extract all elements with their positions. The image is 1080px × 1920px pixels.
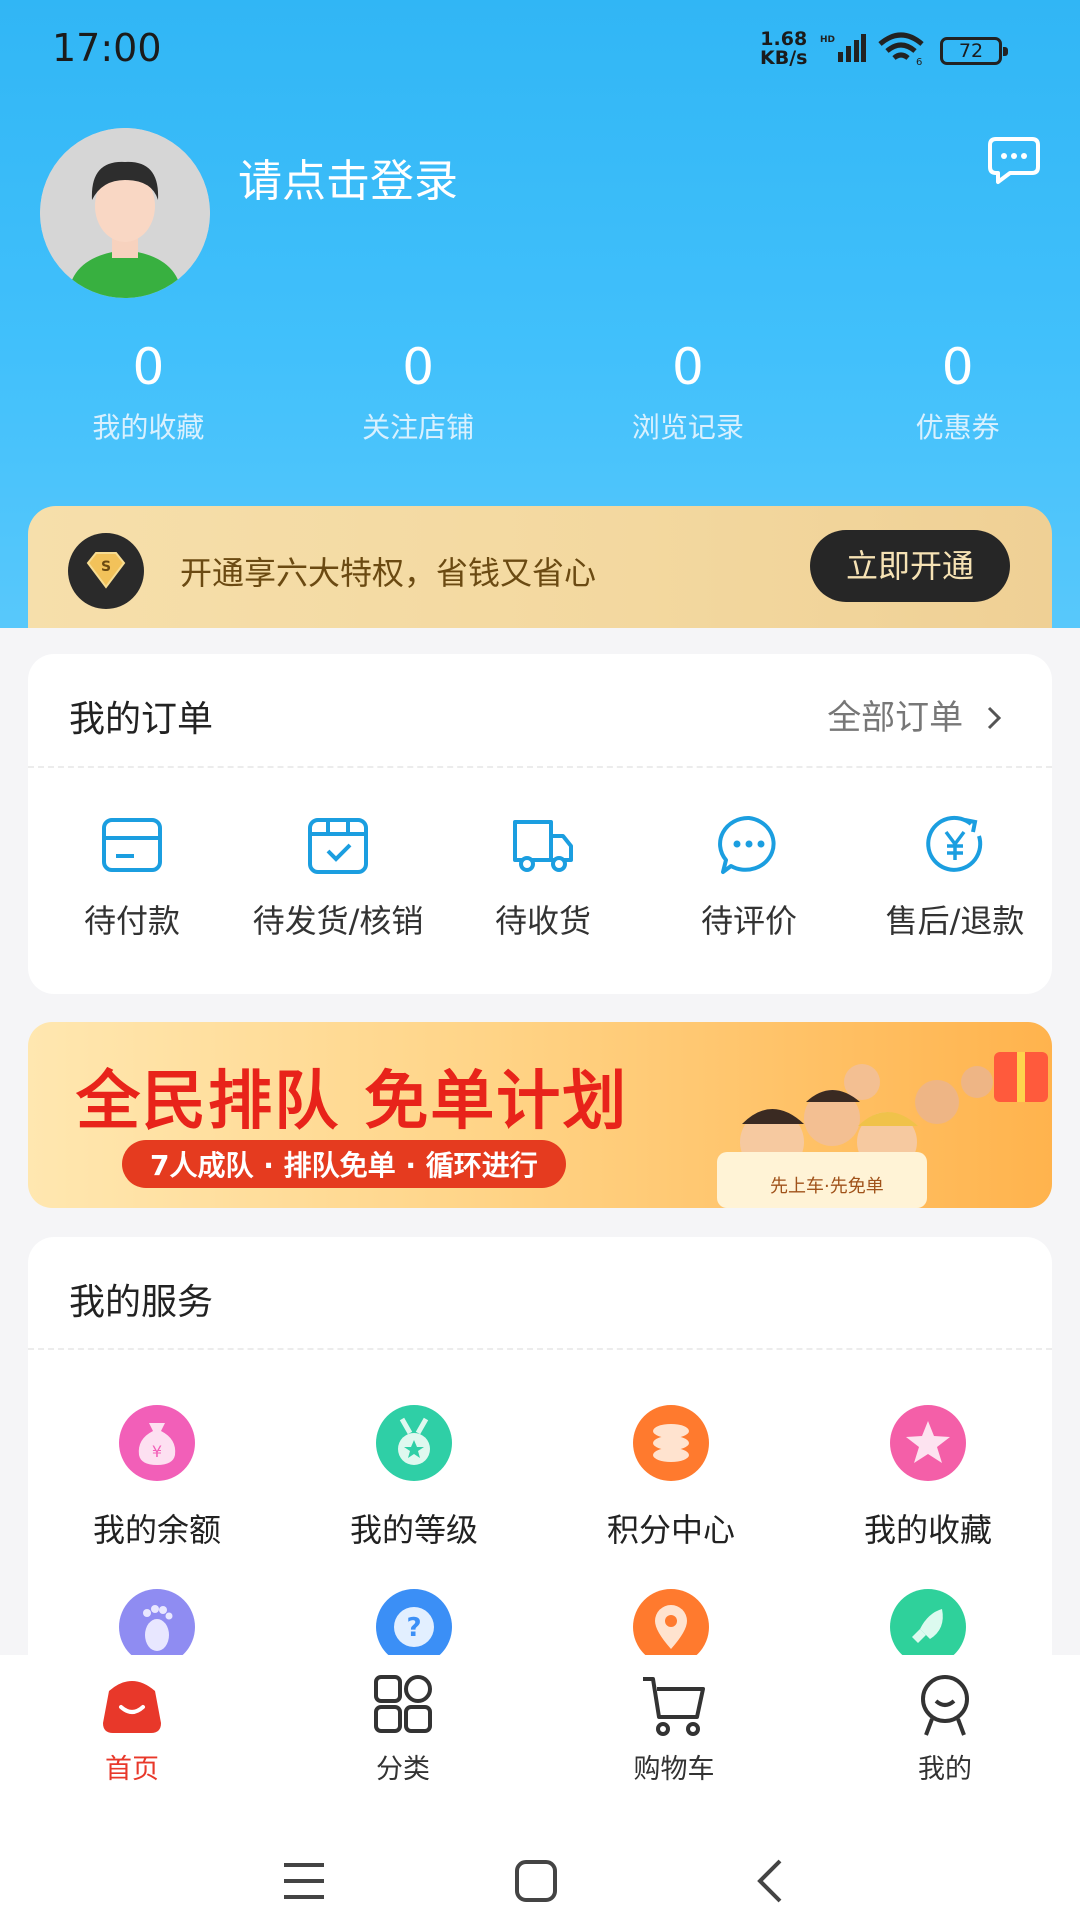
back-icon[interactable] xyxy=(754,1858,784,1904)
star-icon xyxy=(890,1405,966,1481)
svg-text:6: 6 xyxy=(916,57,922,66)
location-icon xyxy=(633,1589,709,1665)
order-label: 售后/退款 xyxy=(885,902,1025,940)
orders-card: 我的订单 全部订单 待付款 待发货/核销 待收货 待评价 售后/退款 xyxy=(28,654,1052,994)
service-points[interactable]: 积分中心 xyxy=(542,1405,800,1551)
tab-home[interactable]: 首页 xyxy=(42,1673,222,1786)
chat-bubble-icon xyxy=(718,815,776,874)
status-time: 17:00 xyxy=(52,26,162,70)
yen-refund-icon xyxy=(926,815,983,872)
grid-icon xyxy=(374,1675,432,1733)
orders-title: 我的订单 xyxy=(69,699,214,740)
order-pending-review[interactable]: 待评价 xyxy=(646,814,852,942)
vip-diamond-icon: S xyxy=(68,533,144,609)
vip-promo-bar[interactable]: S 开通享六大特权，省钱又省心 立即开通 xyxy=(28,506,1052,628)
stat-coupons[interactable]: 0 优惠券 xyxy=(835,330,1080,446)
tab-profile[interactable]: 我的 xyxy=(855,1673,1035,1786)
hd-label: HD xyxy=(820,35,835,45)
stat-label: 我的收藏 xyxy=(92,411,205,444)
battery-indicator: 72 xyxy=(940,37,1008,65)
tab-label: 我的 xyxy=(918,1754,972,1785)
bottom-tab-bar: 首页 分类 购物车 我的 xyxy=(0,1655,1080,1795)
stat-label: 优惠券 xyxy=(915,411,1000,444)
order-label: 待发货/核销 xyxy=(252,902,424,940)
stat-label: 浏览记录 xyxy=(631,411,744,444)
service-favorites[interactable]: 我的收藏 xyxy=(799,1405,1057,1551)
profile-icon xyxy=(921,1675,969,1736)
services-divider xyxy=(28,1348,1052,1350)
box-check-icon xyxy=(308,818,368,874)
service-label: 我的等级 xyxy=(349,1511,478,1549)
order-pending-shipment[interactable]: 待发货/核销 xyxy=(235,814,441,942)
tab-label: 购物车 xyxy=(633,1754,715,1785)
service-label: 积分中心 xyxy=(606,1511,735,1549)
free-order-queue-banner[interactable]: 全民排队 免单计划 7人成队 · 排队免单 · 循环进行 先上车·先免单 xyxy=(28,1022,1052,1208)
stat-value: 0 xyxy=(132,338,165,396)
service-balance[interactable]: ¥ 我的余额 xyxy=(28,1405,286,1551)
network-speed: 1.68 KB/s xyxy=(760,30,807,68)
home-bag-icon xyxy=(103,1681,161,1733)
menu-icon[interactable] xyxy=(282,1861,326,1901)
tab-label: 分类 xyxy=(376,1754,430,1785)
order-label: 待评价 xyxy=(700,902,797,940)
banner-subtitle: 7人成队 · 排队免单 · 循环进行 xyxy=(122,1140,566,1188)
rocket-icon xyxy=(890,1589,966,1665)
stat-favorites[interactable]: 0 我的收藏 xyxy=(26,330,271,446)
card-icon xyxy=(102,818,162,872)
all-orders-label: 全部订单 xyxy=(827,698,964,738)
order-label: 待付款 xyxy=(83,902,180,940)
help-icon: ? xyxy=(376,1589,452,1665)
signal-icon: HD xyxy=(820,34,866,62)
order-after-sales[interactable]: 售后/退款 xyxy=(852,814,1058,942)
banner-title: 全民排队 免单计划 xyxy=(76,1065,629,1139)
truck-icon xyxy=(513,820,573,872)
order-label: 待收货 xyxy=(494,902,591,940)
orders-divider xyxy=(28,766,1052,768)
svg-text:¥: ¥ xyxy=(152,1442,162,1461)
vip-activate-button[interactable]: 立即开通 xyxy=(810,530,1010,602)
medal-icon xyxy=(376,1405,452,1481)
svg-text:?: ? xyxy=(406,1613,421,1643)
vip-badge-letter: S xyxy=(101,559,111,575)
banner-ticket-text: 先上车·先免单 xyxy=(770,1176,884,1197)
service-label: 我的收藏 xyxy=(863,1511,992,1549)
tab-cart[interactable]: 购物车 xyxy=(584,1673,764,1786)
network-speed-unit: KB/s xyxy=(760,47,808,69)
avatar[interactable] xyxy=(40,128,210,298)
wifi-icon: 6 xyxy=(878,32,924,66)
stat-followed-shops[interactable]: 0 关注店铺 xyxy=(296,330,541,446)
stat-value: 0 xyxy=(941,338,974,396)
services-title: 我的服务 xyxy=(69,1282,214,1323)
service-label: 我的余额 xyxy=(92,1511,221,1549)
login-prompt[interactable]: 请点击登录 xyxy=(238,145,458,209)
status-bar: 17:00 1.68 KB/s HD 6 72 xyxy=(0,0,1080,78)
tab-categories[interactable]: 分类 xyxy=(313,1673,493,1786)
services-card: 我的服务 ¥ 我的余额 我的等级 积分中心 我的收藏 ? xyxy=(28,1237,1052,1707)
stat-value: 0 xyxy=(671,338,704,396)
home-nav-icon[interactable] xyxy=(514,1859,558,1903)
footprint-icon xyxy=(119,1589,195,1665)
stat-value: 0 xyxy=(402,338,435,396)
message-icon[interactable] xyxy=(988,135,1040,185)
all-orders-link[interactable]: 全部订单 xyxy=(827,690,1004,739)
order-pending-receipt[interactable]: 待收货 xyxy=(440,814,646,942)
vip-promo-text: 开通享六大特权，省钱又省心 xyxy=(180,554,597,592)
cart-icon xyxy=(643,1677,705,1736)
stat-history[interactable]: 0 浏览记录 xyxy=(566,330,811,446)
money-bag-icon: ¥ xyxy=(119,1405,195,1481)
profile-stats: 0 我的收藏 0 关注店铺 0 浏览记录 0 优惠券 xyxy=(0,330,1080,446)
system-nav-bar xyxy=(0,1795,1080,1920)
service-level[interactable]: 我的等级 xyxy=(285,1405,543,1551)
chevron-right-icon xyxy=(987,706,1002,730)
default-user-icon xyxy=(40,128,210,298)
order-pending-payment[interactable]: 待付款 xyxy=(29,814,235,942)
tab-label: 首页 xyxy=(105,1754,159,1785)
coins-icon xyxy=(633,1405,709,1481)
stat-label: 关注店铺 xyxy=(362,411,475,444)
